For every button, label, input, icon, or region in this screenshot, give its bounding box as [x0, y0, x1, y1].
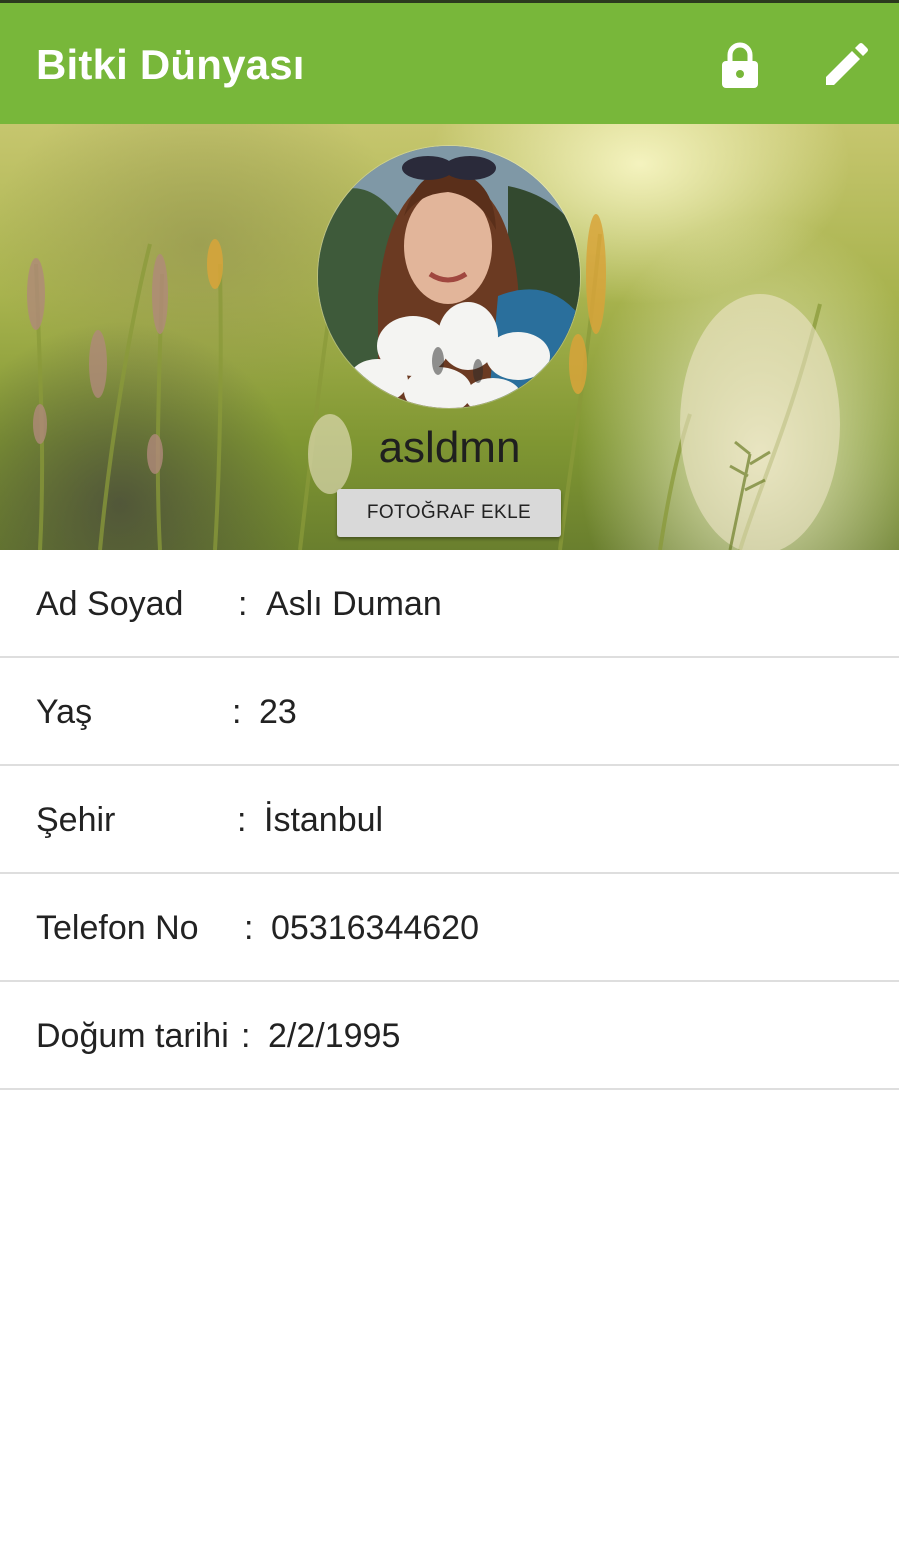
- profile-info-list: Ad Soyad : Aslı Duman Yaş : 23 Şehir : İ…: [0, 550, 899, 1090]
- info-label: Yaş: [36, 693, 93, 731]
- info-separator: :: [238, 585, 248, 623]
- info-label: Telefon No: [36, 909, 199, 947]
- profile-header: asldmn FOTOĞRAF EKLE: [0, 124, 899, 550]
- lock-button[interactable]: [712, 37, 768, 93]
- info-value: 2/2/1995: [268, 1017, 401, 1055]
- info-value: İstanbul: [264, 801, 384, 839]
- profile-avatar: [318, 146, 580, 408]
- profile-photo: [318, 146, 580, 408]
- info-value: 05316344620: [271, 909, 480, 947]
- info-separator: :: [241, 1017, 251, 1055]
- info-separator: :: [232, 693, 242, 731]
- info-row-age: Yaş : 23: [0, 658, 899, 766]
- info-label: Şehir: [36, 801, 116, 839]
- info-separator: :: [244, 909, 254, 947]
- edit-button[interactable]: [818, 37, 874, 93]
- info-label: Ad Soyad: [36, 585, 184, 623]
- info-row-name: Ad Soyad : Aslı Duman: [0, 550, 899, 658]
- info-label: Doğum tarihi: [36, 1017, 229, 1055]
- info-row-birthdate: Doğum tarihi : 2/2/1995: [0, 982, 899, 1090]
- info-row-city: Şehir : İstanbul: [0, 766, 899, 874]
- add-photo-button[interactable]: FOTOĞRAF EKLE: [337, 489, 561, 537]
- pencil-icon: [826, 43, 868, 85]
- info-row-phone: Telefon No : 05316344620: [0, 874, 899, 982]
- info-value: 23: [259, 693, 297, 731]
- app-title: Bitki Dünyası: [36, 41, 305, 88]
- lock-icon: [722, 42, 758, 88]
- info-value: Aslı Duman: [266, 585, 442, 623]
- info-separator: :: [237, 801, 247, 839]
- app-bar: Bitki Dünyası: [0, 3, 899, 124]
- username: asldmn: [378, 423, 521, 472]
